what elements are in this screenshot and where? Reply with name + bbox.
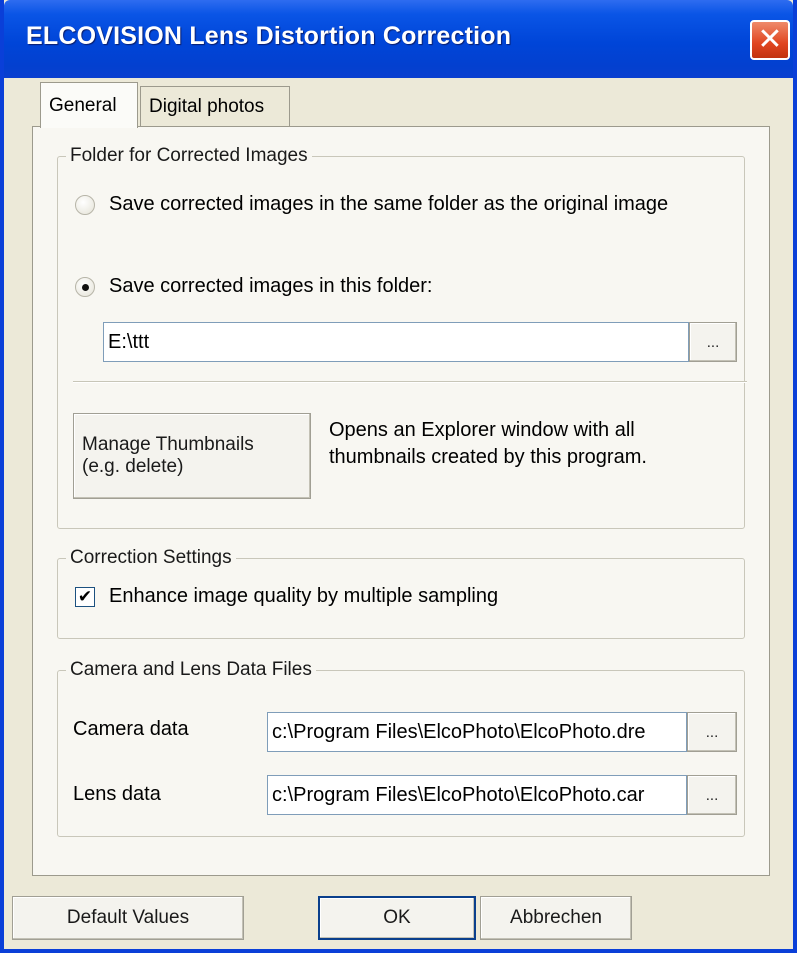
close-button[interactable]: ✕ <box>750 20 790 60</box>
folder-browse-button[interactable]: ... <box>689 322 737 362</box>
camera-data-label: Camera data <box>73 718 189 740</box>
lens-data-browse-button[interactable]: ... <box>687 775 737 815</box>
tab-general[interactable]: General <box>40 82 138 128</box>
correction-group-legend: Correction Settings <box>70 547 232 568</box>
data-files-group-legend: Camera and Lens Data Files <box>70 659 312 680</box>
checkmark-icon: ✔ <box>77 587 93 607</box>
camera-data-browse-button[interactable]: ... <box>687 712 737 752</box>
title-bar[interactable]: ELCOVISION Lens Distortion Correction ✕ <box>4 0 793 78</box>
dialog-window: ELCOVISION Lens Distortion Correction ✕ … <box>0 0 797 953</box>
close-icon: ✕ <box>757 22 783 57</box>
radio-same-folder-indicator[interactable] <box>75 194 95 215</box>
manage-thumbnails-button[interactable]: Manage Thumbnails (e.g. delete) <box>73 413 311 499</box>
window-title: ELCOVISION Lens Distortion Correction <box>26 22 512 50</box>
multiple-sampling-checkbox[interactable]: ✔ <box>75 587 95 607</box>
camera-data-input[interactable]: c:\Program Files\ElcoPhoto\ElcoPhoto.dre <box>267 712 687 752</box>
dialog-client: General Digital photos Folder for Correc… <box>4 78 793 949</box>
multiple-sampling-label[interactable]: Enhance image quality by multiple sampli… <box>109 585 498 608</box>
folder-group-legend: Folder for Corrected Images <box>70 145 308 166</box>
folder-path-input[interactable]: E:\ttt <box>103 322 689 362</box>
manage-description-line1: Opens an Explorer window with all <box>329 419 635 441</box>
manage-thumbnails-line2: (e.g. delete) <box>82 456 184 477</box>
tab-digital-photos-label: Digital photos <box>149 95 265 117</box>
folder-separator <box>73 381 747 383</box>
radio-same-folder[interactable]: Save corrected images in the same folder… <box>75 193 668 216</box>
ok-button[interactable]: OK <box>318 896 476 940</box>
radio-same-folder-label: Save corrected images in the same folder… <box>109 193 669 215</box>
radio-this-folder-indicator[interactable] <box>75 276 95 297</box>
manage-description-line2: thumbnails created by this program. <box>329 446 647 468</box>
manage-thumbnails-description: Opens an Explorer window with all thumbn… <box>329 417 647 471</box>
tab-general-label: General <box>49 94 117 116</box>
default-values-button[interactable]: Default Values <box>12 896 244 940</box>
radio-this-folder[interactable]: Save corrected images in this folder: <box>75 275 433 298</box>
radio-this-folder-label: Save corrected images in this folder: <box>109 275 433 297</box>
lens-data-input[interactable]: c:\Program Files\ElcoPhoto\ElcoPhoto.car <box>267 775 687 815</box>
tab-panel-general: Folder for Corrected Images Save correct… <box>32 126 770 876</box>
lens-data-label: Lens data <box>73 783 161 805</box>
cancel-button[interactable]: Abbrechen <box>480 896 632 940</box>
tab-digital-photos[interactable]: Digital photos <box>140 86 290 126</box>
manage-thumbnails-line1: Manage Thumbnails <box>82 434 254 455</box>
